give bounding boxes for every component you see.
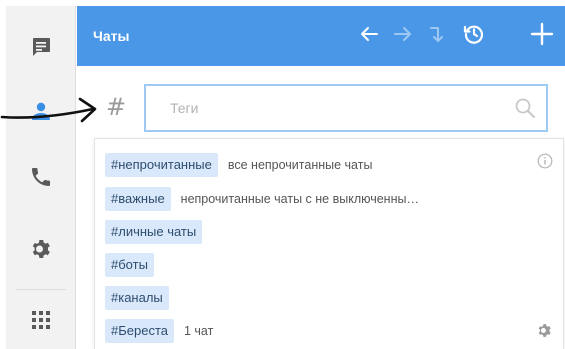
sidebar-item-apps[interactable]: [6, 291, 76, 349]
tag-search-field[interactable]: [144, 84, 548, 132]
list-item[interactable]: #каналы: [105, 286, 169, 310]
tag-chip[interactable]: #важные: [105, 187, 171, 211]
apps-grid-icon: [31, 310, 51, 330]
jump-down-button[interactable]: [423, 22, 451, 50]
search-input[interactable]: [146, 86, 496, 130]
sidebar-item-settings[interactable]: [6, 220, 76, 278]
plus-icon: [530, 22, 554, 51]
list-item[interactable]: #боты: [105, 253, 154, 277]
arrow-left-icon: [358, 23, 380, 50]
back-button[interactable]: [355, 22, 383, 50]
tag-chip[interactable]: #Береста: [105, 319, 174, 343]
add-button[interactable]: [528, 22, 556, 50]
page-title: Чаты: [93, 28, 130, 44]
list-item[interactable]: #Береста 1 чат: [105, 319, 213, 343]
tag-chip[interactable]: #каналы: [105, 286, 169, 310]
sidebar-item-chats[interactable]: [6, 18, 76, 76]
gear-icon: [29, 237, 53, 261]
tag-chip[interactable]: #личные чаты: [105, 220, 203, 244]
hash-prefix: #: [105, 93, 127, 121]
forward-button[interactable]: [389, 22, 417, 50]
tag-description: непрочитанные чаты с не выключенны…: [180, 192, 419, 206]
sidebar: [6, 6, 76, 349]
tag-description: 1 чат: [184, 324, 214, 338]
tag-settings-gear-icon[interactable]: [536, 322, 553, 344]
chat-icon: [29, 35, 53, 59]
list-item[interactable]: #важные непрочитанные чаты с не выключен…: [105, 187, 419, 211]
phone-icon: [29, 165, 53, 189]
history-icon: [462, 22, 486, 51]
info-icon[interactable]: [537, 153, 553, 174]
search-icon[interactable]: [514, 97, 536, 124]
tag-chip[interactable]: #непрочитанные: [105, 153, 218, 177]
sidebar-item-calls[interactable]: [6, 148, 76, 206]
arrow-right-icon: [392, 23, 414, 50]
header-bar: Чаты: [77, 6, 565, 66]
chat-tags-panel: # #непрочитанные все непрочитанные чаты …: [77, 66, 565, 349]
list-item[interactable]: #личные чаты: [105, 220, 203, 244]
list-item[interactable]: #непрочитанные все непрочитанные чаты: [105, 153, 372, 177]
turn-down-arrow-icon: [426, 23, 448, 50]
tag-chip[interactable]: #боты: [105, 253, 154, 277]
annotation-arrow-icon: [0, 97, 97, 123]
tag-description: все непрочитанные чаты: [227, 158, 373, 172]
tag-suggestions-list: #непрочитанные все непрочитанные чаты #в…: [94, 138, 564, 349]
history-button[interactable]: [460, 22, 488, 50]
